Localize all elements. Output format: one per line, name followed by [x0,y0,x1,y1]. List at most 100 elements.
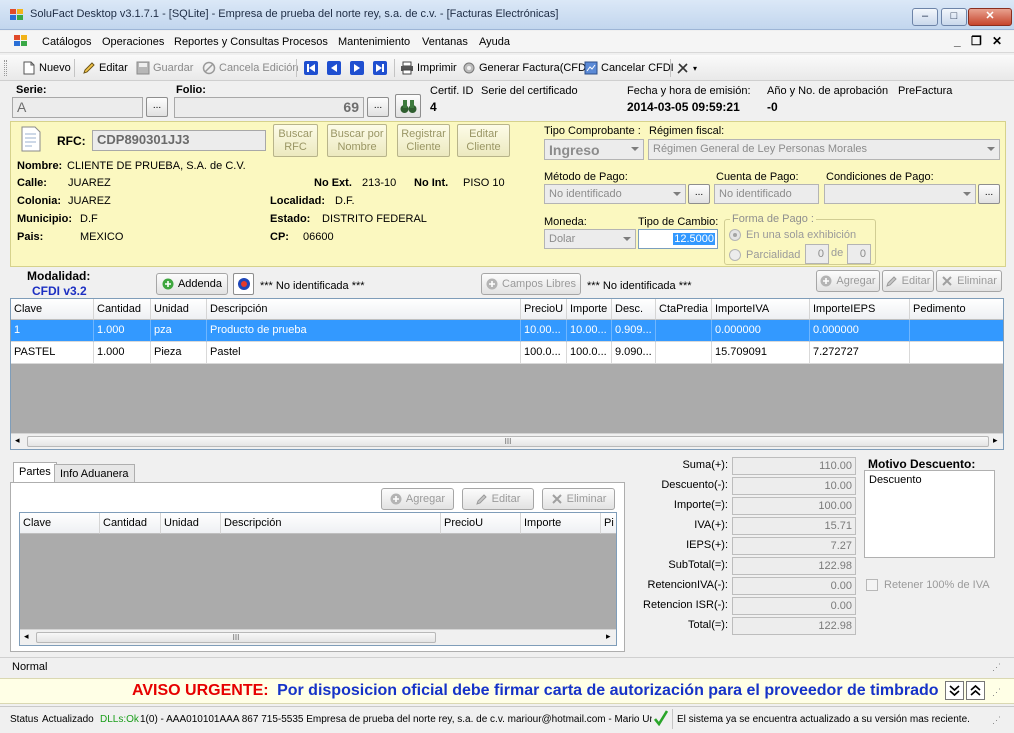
scroll-right-icon[interactable]: ▸ [606,631,611,642]
grid-scroll-thumb[interactable]: III [27,436,989,447]
editar-button[interactable]: Editar [82,59,128,77]
partes-header-descripcion[interactable]: Descripción [221,513,441,534]
editar-cliente-button[interactable]: Editar Cliente [457,124,510,157]
partes-header-cantidad[interactable]: Cantidad [100,513,161,534]
grid-hscrollbar[interactable]: ◂ III ▸ [11,433,1003,449]
first-record-icon[interactable] [304,61,318,75]
grid-header-ctapredia[interactable]: CtaPredia [656,299,712,320]
registrar-cliente-button[interactable]: Registrar Cliente [397,124,450,157]
mdi-minimize-button[interactable]: _ [954,34,961,48]
parcialidad-total-field[interactable]: 0 [847,244,871,264]
partes-editar-button[interactable]: Editar [462,488,534,510]
campos-libres-button[interactable]: Campos Libres [481,273,581,295]
serie-field[interactable]: A [12,97,143,118]
toolbar-grip[interactable] [4,60,7,76]
menu-ventanas[interactable]: Ventanas [422,36,468,48]
resize-grip-icon[interactable]: ⋰ [992,662,1001,673]
folio-field[interactable]: 69 [174,97,364,118]
cell-preciou[interactable]: 10.00... [521,320,567,342]
concepto-agregar-button[interactable]: Agregar [816,270,880,292]
partes-header-preciou[interactable]: PrecioU [441,513,521,534]
grid-header-importe[interactable]: Importe [567,299,612,320]
addenda-button[interactable]: Addenda [156,273,228,295]
cuenta-pago-field[interactable]: No identificado [714,184,819,204]
concepto-eliminar-button[interactable]: Eliminar [936,270,1002,292]
cell-clave[interactable]: 1 [11,320,94,342]
rfc-field[interactable]: CDP890301JJ3 [92,130,266,151]
grid-header-descripcion[interactable]: Descripción [207,299,521,320]
condiciones-pago-select[interactable] [824,184,976,204]
metodo-pago-browse-button[interactable]: ... [688,184,710,204]
grid-header-desc[interactable]: Desc. [612,299,656,320]
partes-agregar-button[interactable]: Agregar [381,488,454,510]
cell-unidad[interactable]: Pieza [151,342,207,364]
scroll-left-icon[interactable]: ◂ [15,435,20,446]
regimen-fiscal-select[interactable]: Régimen General de Ley Personas Morales [648,139,1000,160]
cell-importe[interactable]: 10.00... [567,320,612,342]
scroll-left-icon[interactable]: ◂ [24,631,29,642]
cell-ctapredia[interactable] [656,342,712,364]
forma-parcialidad-radio[interactable] [729,249,741,261]
table-row[interactable]: PASTEL 1.000 Pieza Pastel 100.0... 100.0… [11,342,1003,364]
cell-cantidad[interactable]: 1.000 [94,342,151,364]
buscar-nombre-button[interactable]: Buscar por Nombre [327,124,387,157]
menu-procesos[interactable]: Procesos [282,36,328,48]
guardar-button[interactable]: Guardar [136,59,193,77]
close-button[interactable]: ✕ [968,8,1012,26]
serie-browse-button[interactable]: ... [146,97,168,117]
last-record-icon[interactable] [373,61,387,75]
cell-pedimento[interactable] [910,342,1003,364]
mdi-close-button[interactable]: ✕ [992,34,1002,48]
tipo-cambio-input[interactable]: 12.5000 [638,229,718,249]
grid-header-unidad[interactable]: Unidad [151,299,207,320]
cell-importeiva[interactable]: 0.000000 [712,320,810,342]
generar-factura-button[interactable]: Generar Factura(CFDI) [462,59,593,77]
tipo-comprobante-select[interactable]: Ingreso [544,139,644,160]
menu-mantenimiento[interactable]: Mantenimiento [338,36,410,48]
resize-grip-icon[interactable]: ⋰ [992,715,1001,726]
partes-header-unidad[interactable]: Unidad [161,513,221,534]
aviso-scroll-up-button[interactable] [966,681,985,700]
app-menu-icon[interactable] [14,35,28,47]
scroll-right-icon[interactable]: ▸ [993,435,998,446]
concepto-editar-button[interactable]: Editar [882,270,934,292]
cell-importeiva[interactable]: 15.709091 [712,342,810,364]
cell-importeieps[interactable]: 7.272727 [810,342,910,364]
tools-dropdown-button[interactable]: ▾ [676,59,697,77]
nuevo-button[interactable]: Nuevo [22,59,71,77]
search-folio-button[interactable] [395,94,421,118]
addenda-config-button[interactable] [233,273,254,295]
cell-descripcion[interactable]: Pastel [207,342,521,364]
metodo-pago-select[interactable]: No identificado [544,184,686,204]
partes-hscrollbar[interactable]: ◂ III ▸ [20,629,616,645]
forma-una-exhibicion-radio[interactable] [729,229,741,241]
cell-cantidad[interactable]: 1.000 [94,320,151,342]
cell-desc[interactable]: 9.090... [612,342,656,364]
buscar-rfc-button[interactable]: Buscar RFC [273,124,318,157]
maximize-button[interactable]: □ [941,8,967,26]
partes-header-importe[interactable]: Importe [521,513,601,534]
retener-iva-checkbox[interactable] [866,579,878,591]
partes-header-truncated[interactable]: Pi [601,513,616,534]
cell-desc[interactable]: 0.909... [612,320,656,342]
partes-scroll-thumb[interactable]: III [36,632,436,643]
grid-header-pedimento[interactable]: Pedimento [910,299,1003,320]
aviso-scroll-down-button[interactable] [945,681,964,700]
cell-importe[interactable]: 100.0... [567,342,612,364]
grid-header-clave[interactable]: Clave [11,299,94,320]
grid-header-cantidad[interactable]: Cantidad [94,299,151,320]
cell-pedimento[interactable] [910,320,1003,342]
minimize-button[interactable]: – [912,8,938,26]
moneda-select[interactable]: Dolar [544,229,636,249]
menu-operaciones[interactable]: Operaciones [102,36,164,48]
cell-preciou[interactable]: 100.0... [521,342,567,364]
cell-ctapredia[interactable] [656,320,712,342]
cell-importeieps[interactable]: 0.000000 [810,320,910,342]
tab-partes[interactable]: Partes [13,462,57,483]
condiciones-browse-button[interactable]: ... [978,184,1000,204]
menu-ayuda[interactable]: Ayuda [479,36,510,48]
folio-browse-button[interactable]: ... [367,97,389,117]
motivo-descuento-textarea[interactable]: Descuento [864,470,995,558]
parcialidad-numero-field[interactable]: 0 [805,244,829,264]
partes-eliminar-button[interactable]: Eliminar [542,488,615,510]
